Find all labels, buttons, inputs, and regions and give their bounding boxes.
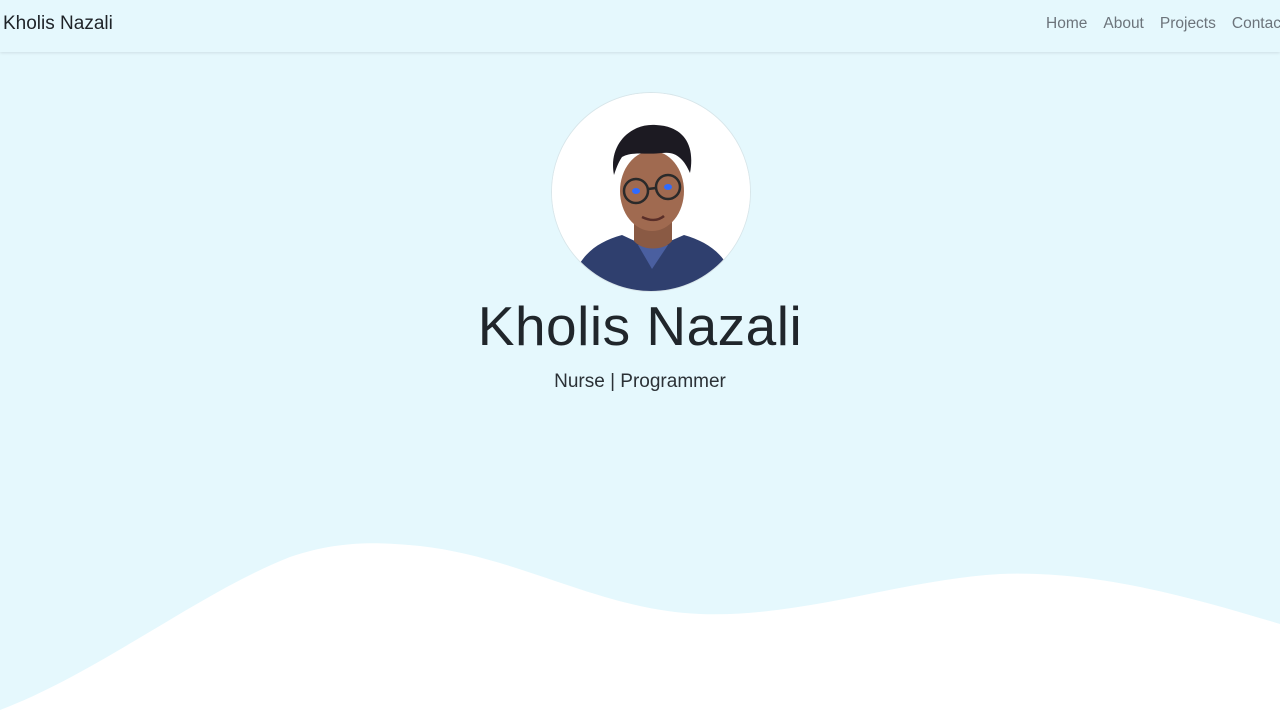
brand-link[interactable]: Kholis Nazali [3, 13, 113, 35]
nav-link-home[interactable]: Home [1038, 15, 1095, 33]
hero-name: Kholis Nazali [477, 295, 803, 357]
nav-links: Home About Projects Contact [1038, 15, 1280, 33]
top-navbar: Kholis Nazali Home About Projects Contac… [0, 0, 1280, 52]
nav-link-contact[interactable]: Contact [1224, 15, 1280, 33]
hero-section: Kholis Nazali Nurse | Programmer [0, 52, 1280, 720]
hero-subtitle: Nurse | Programmer [554, 371, 726, 392]
profile-avatar [551, 92, 751, 292]
nav-link-about[interactable]: About [1095, 15, 1152, 33]
avatar-portrait-icon [552, 93, 750, 291]
nav-link-projects[interactable]: Projects [1152, 15, 1224, 33]
